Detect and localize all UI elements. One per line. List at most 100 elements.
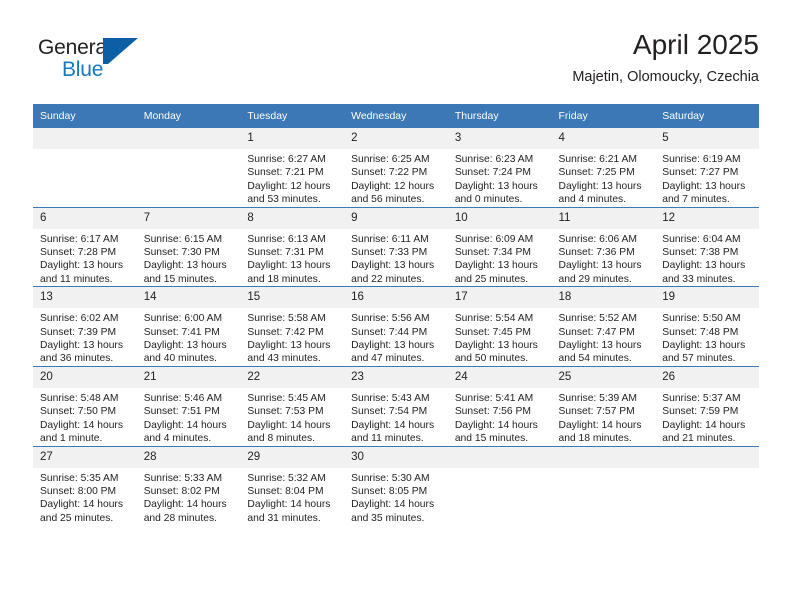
day-number: 15 bbox=[240, 287, 345, 309]
day-number: 25 bbox=[551, 366, 656, 388]
day-details: Sunrise: 5:56 AM Sunset: 7:44 PM Dayligh… bbox=[344, 308, 448, 366]
sunset-text: Sunset: 7:50 PM bbox=[40, 406, 117, 418]
day-details: Sunrise: 5:32 AM Sunset: 8:04 PM Dayligh… bbox=[240, 468, 344, 526]
day-cell[interactable]: 6 Sunrise: 6:17 AM Sunset: 7:28 PM Dayli… bbox=[33, 206, 137, 287]
day-cell[interactable]: 4 Sunrise: 6:21 AM Sunset: 7:25 PM Dayli… bbox=[551, 128, 656, 208]
day-number: 6 bbox=[33, 207, 137, 229]
calendar-body: 1 Sunrise: 6:27 AM Sunset: 7:21 PM Dayli… bbox=[33, 128, 759, 526]
daylight-text-line2: and 57 minutes. bbox=[662, 353, 736, 365]
sunrise-text: Sunrise: 5:33 AM bbox=[143, 472, 223, 484]
day-number: 24 bbox=[447, 366, 552, 388]
day-cell[interactable]: 27 Sunrise: 5:35 AM Sunset: 8:00 PM Dayl… bbox=[33, 445, 137, 526]
calendar-week-row: 6 Sunrise: 6:17 AM Sunset: 7:28 PM Dayli… bbox=[33, 206, 759, 287]
day-number: 22 bbox=[240, 366, 345, 388]
day-cell[interactable]: 15 Sunrise: 5:58 AM Sunset: 7:42 PM Dayl… bbox=[240, 286, 345, 367]
day-number: 5 bbox=[655, 128, 759, 149]
day-cell[interactable]: 7 Sunrise: 6:15 AM Sunset: 7:30 PM Dayli… bbox=[136, 206, 241, 287]
sunrise-text: Sunrise: 6:19 AM bbox=[662, 154, 741, 165]
day-cell[interactable]: 8 Sunrise: 6:13 AM Sunset: 7:31 PM Dayli… bbox=[240, 206, 345, 287]
day-details: Sunrise: 5:43 AM Sunset: 7:54 PM Dayligh… bbox=[344, 388, 448, 446]
day-cell[interactable]: 22 Sunrise: 5:45 AM Sunset: 7:53 PM Dayl… bbox=[240, 365, 345, 446]
daylight-text-line2: and 8 minutes. bbox=[247, 433, 315, 445]
sunrise-text: Sunrise: 6:04 AM bbox=[662, 233, 741, 245]
sunrise-text: Sunrise: 5:37 AM bbox=[662, 392, 741, 404]
day-cell[interactable]: 13 Sunrise: 6:02 AM Sunset: 7:39 PM Dayl… bbox=[33, 286, 137, 367]
sunset-text: Sunset: 8:00 PM bbox=[40, 485, 117, 497]
day-cell[interactable]: 5 Sunrise: 6:19 AM Sunset: 7:27 PM Dayli… bbox=[655, 128, 759, 208]
day-number: 26 bbox=[655, 366, 759, 388]
day-cell[interactable]: 10 Sunrise: 6:09 AM Sunset: 7:34 PM Dayl… bbox=[447, 206, 552, 287]
day-cell[interactable]: 24 Sunrise: 5:41 AM Sunset: 7:56 PM Dayl… bbox=[447, 365, 552, 446]
day-cell[interactable]: 2 Sunrise: 6:25 AM Sunset: 7:22 PM Dayli… bbox=[344, 128, 448, 208]
sunrise-text: Sunrise: 5:48 AM bbox=[40, 392, 119, 404]
daylight-text-line1: Daylight: 14 hours bbox=[247, 419, 331, 431]
day-cell[interactable]: 11 Sunrise: 6:06 AM Sunset: 7:36 PM Dayl… bbox=[551, 206, 656, 287]
sunset-text: Sunset: 7:30 PM bbox=[143, 247, 220, 259]
day-cell[interactable]: 1 Sunrise: 6:27 AM Sunset: 7:21 PM Dayli… bbox=[240, 128, 345, 208]
sunrise-text: Sunrise: 6:21 AM bbox=[558, 154, 637, 165]
day-cell[interactable]: 20 Sunrise: 5:48 AM Sunset: 7:50 PM Dayl… bbox=[33, 365, 137, 446]
day-number: 30 bbox=[344, 446, 448, 468]
daylight-text-line2: and 11 minutes. bbox=[40, 273, 113, 285]
daylight-text-line1: Daylight: 14 hours bbox=[143, 499, 227, 511]
daylight-text-line1: Daylight: 14 hours bbox=[662, 419, 746, 431]
day-number: 7 bbox=[136, 207, 241, 229]
daylight-text-line2: and 35 minutes. bbox=[351, 512, 425, 524]
day-cell[interactable]: 18 Sunrise: 5:52 AM Sunset: 7:47 PM Dayl… bbox=[551, 286, 656, 367]
daylight-text-line1: Daylight: 14 hours bbox=[247, 499, 331, 511]
sunset-text: Sunset: 7:41 PM bbox=[143, 326, 220, 338]
sunset-text: Sunset: 7:45 PM bbox=[454, 326, 531, 338]
day-cell[interactable]: 3 Sunrise: 6:23 AM Sunset: 7:24 PM Dayli… bbox=[447, 128, 552, 208]
daylight-text-line2: and 56 minutes. bbox=[351, 194, 425, 206]
weekday-header-saturday: Saturday bbox=[655, 104, 759, 128]
weekday-header-wednesday: Wednesday bbox=[344, 104, 448, 128]
daylight-text-line2: and 28 minutes. bbox=[143, 512, 217, 524]
daylight-text-line1: Daylight: 13 hours bbox=[143, 340, 227, 352]
day-cell[interactable]: 12 Sunrise: 6:04 AM Sunset: 7:38 PM Dayl… bbox=[655, 206, 759, 287]
sunset-text: Sunset: 7:28 PM bbox=[40, 247, 117, 259]
calendar-header-row: Sunday Monday Tuesday Wednesday Thursday… bbox=[33, 104, 759, 128]
day-cell[interactable]: 28 Sunrise: 5:33 AM Sunset: 8:02 PM Dayl… bbox=[136, 445, 241, 526]
sunset-text: Sunset: 7:31 PM bbox=[247, 247, 324, 259]
day-cell[interactable]: 19 Sunrise: 5:50 AM Sunset: 7:48 PM Dayl… bbox=[655, 286, 759, 367]
triangle-logo-shape bbox=[108, 38, 138, 64]
sunrise-text: Sunrise: 6:09 AM bbox=[454, 233, 534, 245]
day-cell[interactable]: 16 Sunrise: 5:56 AM Sunset: 7:44 PM Dayl… bbox=[344, 286, 448, 367]
day-cell[interactable]: 9 Sunrise: 6:11 AM Sunset: 7:33 PM Dayli… bbox=[344, 206, 448, 287]
daylight-text-line2: and 33 minutes. bbox=[662, 273, 736, 285]
daylight-text-line2: and 15 minutes. bbox=[454, 433, 529, 445]
day-details: Sunrise: 6:23 AM Sunset: 7:24 PM Dayligh… bbox=[448, 149, 552, 207]
day-details: Sunrise: 6:11 AM Sunset: 7:33 PM Dayligh… bbox=[344, 229, 448, 287]
day-details: Sunrise: 5:33 AM Sunset: 8:02 PM Dayligh… bbox=[137, 468, 241, 526]
day-cell[interactable]: 25 Sunrise: 5:39 AM Sunset: 7:57 PM Dayl… bbox=[551, 365, 656, 446]
day-cell[interactable]: 14 Sunrise: 6:00 AM Sunset: 7:41 PM Dayl… bbox=[136, 286, 241, 367]
title-block: April 2025 Majetin, Olomoucky, Czechia bbox=[572, 28, 759, 88]
day-details bbox=[552, 468, 656, 472]
day-cell[interactable] bbox=[551, 445, 656, 526]
day-cell[interactable]: 30 Sunrise: 5:30 AM Sunset: 8:05 PM Dayl… bbox=[344, 445, 448, 526]
daylight-text-line1: Daylight: 14 hours bbox=[143, 419, 227, 431]
sunset-text: Sunset: 7:25 PM bbox=[558, 167, 635, 179]
sunset-text: Sunset: 7:34 PM bbox=[454, 247, 531, 259]
daylight-text-line2: and 25 minutes. bbox=[454, 273, 529, 285]
sunrise-text: Sunrise: 5:30 AM bbox=[351, 472, 430, 484]
day-cell[interactable]: 26 Sunrise: 5:37 AM Sunset: 7:59 PM Dayl… bbox=[655, 365, 759, 446]
sunrise-text: Sunrise: 6:17 AM bbox=[40, 233, 119, 245]
day-cell[interactable] bbox=[136, 128, 241, 208]
triangle-logo-icon bbox=[103, 38, 141, 68]
day-cell[interactable]: 17 Sunrise: 5:54 AM Sunset: 7:45 PM Dayl… bbox=[447, 286, 552, 367]
day-details: Sunrise: 6:09 AM Sunset: 7:34 PM Dayligh… bbox=[448, 229, 552, 287]
sunset-text: Sunset: 7:33 PM bbox=[351, 247, 428, 259]
day-cell[interactable] bbox=[33, 128, 137, 208]
day-cell[interactable] bbox=[655, 445, 759, 526]
daylight-text-line2: and 18 minutes. bbox=[247, 273, 321, 285]
day-cell[interactable] bbox=[447, 445, 552, 526]
day-cell[interactable]: 23 Sunrise: 5:43 AM Sunset: 7:54 PM Dayl… bbox=[344, 365, 448, 446]
day-number: 12 bbox=[655, 207, 759, 229]
day-cell[interactable]: 29 Sunrise: 5:32 AM Sunset: 8:04 PM Dayl… bbox=[240, 445, 345, 526]
daylight-text-line1: Daylight: 13 hours bbox=[454, 340, 538, 352]
sunset-text: Sunset: 7:22 PM bbox=[351, 167, 428, 179]
brand-logo[interactable]: General Blue bbox=[38, 36, 158, 88]
weekday-header-thursday: Thursday bbox=[447, 104, 552, 128]
day-cell[interactable]: 21 Sunrise: 5:46 AM Sunset: 7:51 PM Dayl… bbox=[136, 365, 241, 446]
